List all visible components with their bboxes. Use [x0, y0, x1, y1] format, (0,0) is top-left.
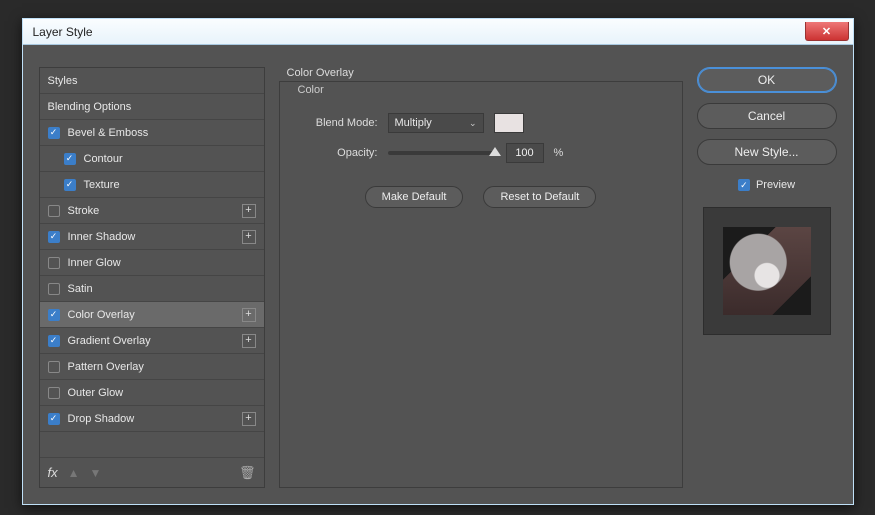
style-checkbox[interactable]: ✓ [48, 309, 60, 321]
style-item-bevel-emboss[interactable]: ✓ Bevel & Emboss [40, 120, 264, 146]
titlebar: Layer Style ✕ [23, 19, 853, 45]
style-item-gradient-overlay[interactable]: ✓ Gradient Overlay+ [40, 328, 264, 354]
blend-mode-select[interactable]: Multiply ⌄ [388, 113, 484, 133]
styles-list: Styles Blending Options ✓ Bevel & Emboss ✓ Co… [40, 68, 264, 457]
add-effect-icon[interactable]: + [242, 204, 256, 218]
fx-menu[interactable]: fx [48, 465, 58, 480]
style-item-contour[interactable]: ✓ Contour [40, 146, 264, 172]
style-checkbox[interactable]: ✓ [64, 179, 76, 191]
opacity-label: Opacity: [294, 147, 378, 159]
style-item-label: Bevel & Emboss [68, 127, 256, 139]
styles-panel: Styles Blending Options ✓ Bevel & Emboss ✓ Co… [39, 67, 265, 488]
style-checkbox[interactable] [48, 361, 60, 373]
style-item-label: Gradient Overlay [68, 335, 242, 347]
style-checkbox[interactable] [48, 257, 60, 269]
style-checkbox[interactable]: ✓ [48, 335, 60, 347]
style-item-outer-glow[interactable]: Outer Glow [40, 380, 264, 406]
fieldset-legend: Color [294, 84, 328, 96]
style-item-color-overlay[interactable]: ✓ Color Overlay+ [40, 302, 264, 328]
close-icon: ✕ [822, 25, 831, 38]
style-checkbox[interactable]: ✓ [48, 127, 60, 139]
make-default-button[interactable]: Make Default [365, 186, 464, 208]
style-item-label: Styles [48, 75, 256, 87]
style-item-blending-options[interactable]: Blending Options [40, 94, 264, 120]
slider-thumb-icon[interactable] [489, 147, 501, 156]
style-checkbox[interactable]: ✓ [48, 231, 60, 243]
style-item-label: Color Overlay [68, 309, 242, 321]
move-up-icon[interactable]: ▲ [68, 466, 80, 480]
style-checkbox[interactable]: ✓ [64, 153, 76, 165]
styles-footer: fx ▲ ▼ 🗑 [40, 457, 264, 487]
ok-button[interactable]: OK [697, 67, 837, 93]
action-panel: OK Cancel New Style... ✓ Preview [697, 67, 837, 488]
window-title: Layer Style [33, 25, 93, 39]
reset-default-button[interactable]: Reset to Default [483, 186, 596, 208]
cancel-button[interactable]: Cancel [697, 103, 837, 129]
preview-toggle[interactable]: ✓ Preview [697, 179, 837, 191]
new-style-button[interactable]: New Style... [697, 139, 837, 165]
style-item-label: Inner Shadow [68, 231, 242, 243]
style-item-texture[interactable]: ✓ Texture [40, 172, 264, 198]
close-button[interactable]: ✕ [805, 22, 849, 41]
style-item-stroke[interactable]: Stroke+ [40, 198, 264, 224]
opacity-slider[interactable] [388, 151, 496, 155]
style-item-inner-shadow[interactable]: ✓ Inner Shadow+ [40, 224, 264, 250]
style-item-styles[interactable]: Styles [40, 68, 264, 94]
add-effect-icon[interactable]: + [242, 230, 256, 244]
chevron-down-icon: ⌄ [469, 118, 477, 129]
trash-icon[interactable]: 🗑 [239, 465, 256, 481]
blend-mode-value: Multiply [395, 117, 432, 129]
style-item-label: Contour [84, 153, 256, 165]
add-effect-icon[interactable]: + [242, 308, 256, 322]
style-item-label: Stroke [68, 205, 242, 217]
style-item-label: Pattern Overlay [68, 361, 256, 373]
style-checkbox[interactable] [48, 205, 60, 217]
blend-mode-label: Blend Mode: [294, 117, 378, 129]
add-effect-icon[interactable]: + [242, 412, 256, 426]
preview-label: Preview [756, 179, 795, 191]
style-item-inner-glow[interactable]: Inner Glow [40, 250, 264, 276]
style-item-label: Inner Glow [68, 257, 256, 269]
opacity-unit: % [554, 147, 564, 159]
settings-panel: Color Overlay Color Blend Mode: Multiply… [279, 67, 683, 488]
style-checkbox[interactable] [48, 283, 60, 295]
section-title: Color Overlay [279, 67, 683, 79]
opacity-field[interactable]: 100 [506, 143, 544, 163]
style-checkbox[interactable]: ✓ [48, 413, 60, 425]
layer-style-dialog: Layer Style ✕ Styles Blending Options ✓ Bev… [22, 18, 854, 505]
style-item-label: Satin [68, 283, 256, 295]
style-item-label: Texture [84, 179, 256, 191]
preview-image [723, 227, 811, 315]
style-item-label: Outer Glow [68, 387, 256, 399]
style-item-label: Blending Options [48, 101, 256, 113]
move-down-icon[interactable]: ▼ [90, 466, 102, 480]
style-checkbox[interactable] [48, 387, 60, 399]
style-item-satin[interactable]: Satin [40, 276, 264, 302]
overlay-color-swatch[interactable] [494, 113, 524, 133]
style-item-label: Drop Shadow [68, 413, 242, 425]
preview-checkbox[interactable]: ✓ [738, 179, 750, 191]
style-item-pattern-overlay[interactable]: Pattern Overlay [40, 354, 264, 380]
preview-box [703, 207, 831, 335]
style-item-drop-shadow[interactable]: ✓ Drop Shadow+ [40, 406, 264, 432]
add-effect-icon[interactable]: + [242, 334, 256, 348]
color-fieldset: Color Blend Mode: Multiply ⌄ Opacity: 10… [279, 81, 683, 488]
